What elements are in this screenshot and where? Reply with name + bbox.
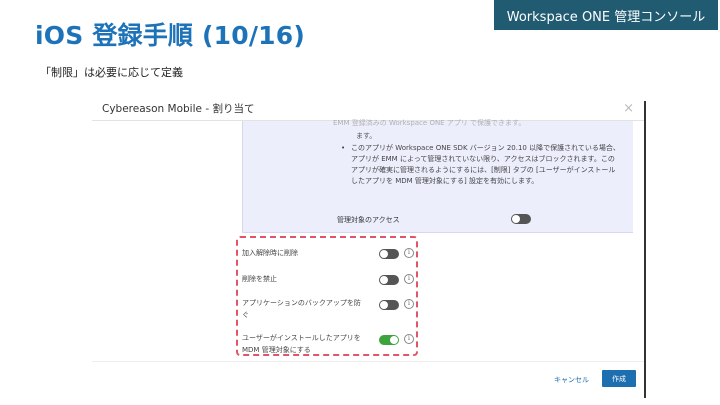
slide-title: iOS 登録手順 (10/16) — [35, 21, 305, 50]
prevent-backup-toggle[interactable] — [379, 300, 399, 310]
toggle-knob — [380, 276, 388, 284]
info-bullet: このアプリが Workspace ONE SDK バージョン 20.10 以降で… — [341, 143, 621, 187]
info-fragment-end: ます。 — [356, 132, 377, 140]
managed-access-label: 管理対象のアクセス — [337, 216, 400, 224]
info-icon[interactable]: i — [404, 248, 414, 258]
info-panel: EMM 登録済みの Workspace ONE アプリ で保護できます。 ます。… — [242, 119, 633, 233]
close-icon[interactable]: × — [623, 101, 634, 116]
dialog-title: Cybereason Mobile - 割り当て — [102, 103, 255, 115]
cancel-button[interactable]: キャンセル — [554, 375, 589, 385]
footer-divider — [92, 361, 646, 362]
create-button[interactable]: 作成 — [602, 370, 636, 387]
slide-note: 「制限」は必要に応じて定義 — [40, 66, 183, 79]
assignment-dialog: Cybereason Mobile - 割り当て × EMM 登録済みの Wor… — [92, 93, 646, 398]
info-bullet-list: このアプリが Workspace ONE SDK バージョン 20.10 以降で… — [341, 143, 621, 187]
toggle-knob — [380, 301, 388, 309]
info-fragment-top: EMM 登録済みの Workspace ONE アプリ で保護できます。 — [333, 119, 526, 127]
toggle-knob — [390, 336, 398, 344]
info-icon[interactable]: i — [404, 334, 414, 344]
mdm-managed-toggle[interactable] — [379, 335, 399, 345]
info-icon[interactable]: i — [404, 274, 414, 284]
toggle-knob — [380, 250, 388, 258]
setting-label-prevent-backup: アプリケーションのバックアップを防ぐ — [242, 299, 361, 319]
setting-label-mdm-managed: ユーザーがインストールしたアプリを MDM 管理対象にする — [242, 334, 361, 354]
toggle-knob — [512, 215, 520, 223]
info-icon[interactable]: i — [404, 299, 414, 309]
setting-label-prevent-removal: 削除を禁止 — [242, 275, 277, 283]
console-badge: Workspace ONE 管理コンソール — [494, 0, 718, 30]
managed-access-toggle[interactable] — [511, 214, 531, 224]
prevent-removal-toggle[interactable] — [379, 275, 399, 285]
remove-on-unenroll-toggle[interactable] — [379, 249, 399, 259]
setting-label-remove-on-unenroll: 加入解除時に削除 — [242, 249, 298, 257]
